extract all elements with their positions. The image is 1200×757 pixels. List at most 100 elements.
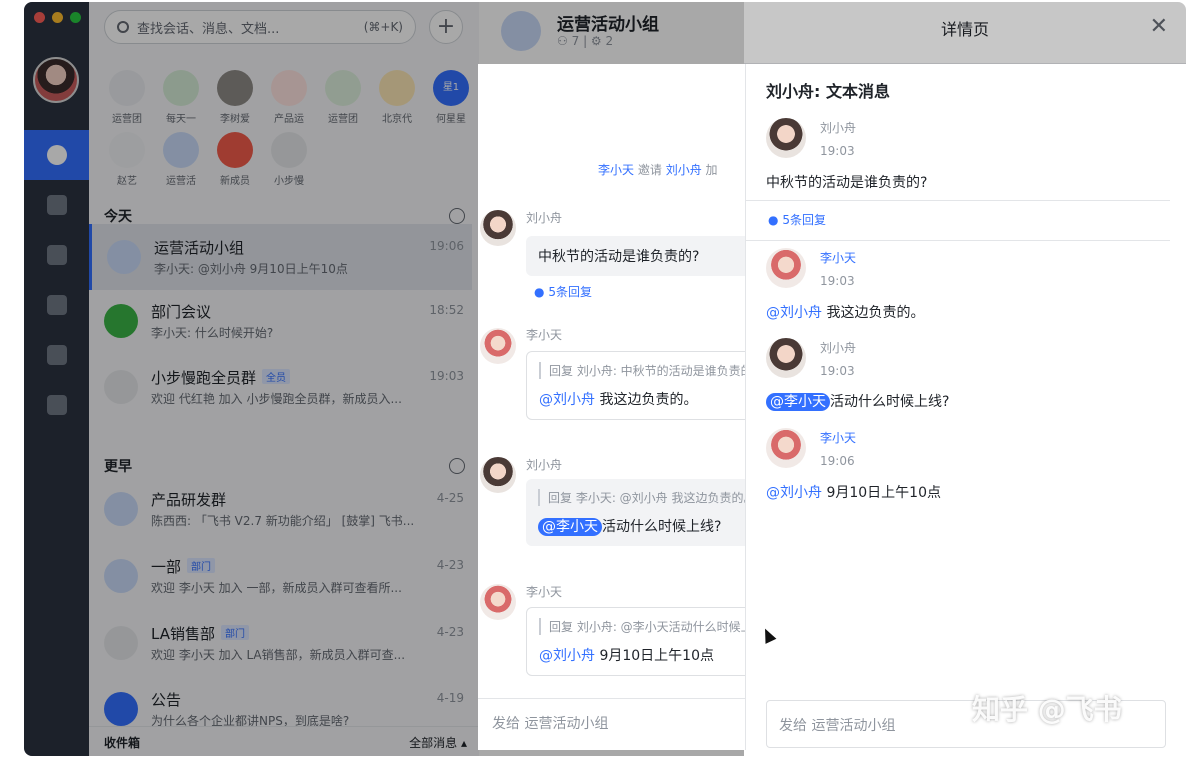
reply-text: @刘小舟 我这边负责的。 xyxy=(766,302,924,322)
reply-count-link[interactable]: ● 5条回复 xyxy=(534,283,592,300)
conversation-preview: 欢迎 李小天 加入 LA销售部，新成员入群可查... xyxy=(151,646,441,663)
conversation-item[interactable]: 小步慢跑全员群全员欢迎 代红艳 加入 小步慢跑全员群，新成员入...19:03 xyxy=(89,354,472,420)
chat-header: 运营活动小组 ⚇ 7 | ⚙ 2 xyxy=(479,2,769,64)
collapse-earlier-icon[interactable] xyxy=(449,458,465,474)
conversation-item[interactable]: 运营活动小组李小天: @刘小舟 9月10日上午10点19:06 xyxy=(89,224,472,290)
watermark: 知乎 @飞书 xyxy=(972,688,1122,728)
reply-time: 19:06 xyxy=(820,454,855,468)
quick-access-label: 北京代 xyxy=(369,110,425,125)
quick-access-avatar xyxy=(325,70,361,106)
quick-access-item[interactable]: 新成员 xyxy=(207,132,263,187)
message-bubble[interactable]: 中秋节的活动是谁负责的? xyxy=(526,236,748,276)
conversation-name: 公告 xyxy=(151,689,181,710)
mention[interactable]: @刘小舟 xyxy=(539,392,595,408)
quick-access-item[interactable]: 小步慢 xyxy=(261,132,317,187)
mention[interactable]: @刘小舟 xyxy=(766,305,822,321)
thread-icon: ● xyxy=(534,285,544,299)
bot-count[interactable]: 2 xyxy=(606,34,614,48)
reply-sender-name[interactable]: 李小天 xyxy=(820,429,856,446)
user-avatar[interactable] xyxy=(33,57,79,103)
chat-icon xyxy=(47,145,67,165)
all-messages-filter[interactable]: 全部消息 ▴ xyxy=(409,734,467,751)
calendar-nav-button[interactable] xyxy=(24,180,89,230)
messenger-nav-button[interactable] xyxy=(24,130,89,180)
divider xyxy=(746,200,1170,201)
reply-sender-avatar[interactable] xyxy=(766,248,806,288)
system-actor[interactable]: 李小天 xyxy=(598,163,634,177)
conversation-avatar xyxy=(104,304,138,338)
quick-access-item[interactable]: 李树爱 xyxy=(207,70,263,125)
conversation-item[interactable]: 部门会议李小天: 什么时候开始?18:52 xyxy=(89,288,472,354)
sender-avatar[interactable] xyxy=(480,584,516,620)
reply-sender-avatar[interactable] xyxy=(766,428,806,468)
reply-sender-avatar[interactable] xyxy=(766,338,806,378)
conversation-name: 部门会议 xyxy=(151,301,211,322)
sender-avatar[interactable] xyxy=(480,210,516,246)
system-message: 李小天 邀请 刘小舟 加 xyxy=(598,161,718,178)
conversation-item[interactable]: LA销售部部门欢迎 李小天 加入 LA销售部，新成员入群可查...4-23 xyxy=(89,610,472,676)
mention[interactable]: @李小天 xyxy=(538,518,602,536)
mention[interactable]: @刘小舟 xyxy=(766,485,822,501)
group-avatar[interactable] xyxy=(501,11,541,51)
quick-access-item[interactable]: 星1何星星 xyxy=(423,70,479,125)
quick-access-label: 何星星 xyxy=(423,110,479,125)
thread-detail-panel: 刘小舟: 文本消息 刘小舟 19:03 中秋节的活动是谁负责的? ● 5条回复 … xyxy=(745,64,1169,750)
quick-access-avatar xyxy=(109,70,145,106)
search-input[interactable]: 查找会话、消息、文档... (⌘+K) xyxy=(104,10,416,44)
mention[interactable]: @李小天 xyxy=(766,393,830,411)
conversation-name: 一部部门 xyxy=(151,556,215,577)
sender-avatar[interactable] xyxy=(480,457,516,493)
detail-header: 详情页 ✕ xyxy=(744,2,1186,64)
workplace-nav-button[interactable] xyxy=(24,330,89,380)
docs-nav-button[interactable] xyxy=(24,230,89,280)
quick-access-avatar xyxy=(379,70,415,106)
quick-access-item[interactable]: 运营团 xyxy=(315,70,371,125)
member-count[interactable]: 7 xyxy=(572,34,580,48)
quick-access-item[interactable]: 北京代 xyxy=(369,70,425,125)
quick-access-item[interactable]: 运营团 xyxy=(99,70,155,125)
sender-avatar[interactable] xyxy=(480,328,516,364)
conversation-preview: 欢迎 代红艳 加入 小步慢跑全员群，新成员入... xyxy=(151,390,441,407)
star-icon xyxy=(47,395,67,415)
system-target[interactable]: 刘小舟 xyxy=(666,163,702,177)
favorites-nav-button[interactable] xyxy=(24,380,89,430)
conversation-item[interactable]: 一部部门欢迎 李小天 加入 一部，新成员入群可查看所...4-23 xyxy=(89,543,472,609)
sender-name: 刘小舟 xyxy=(526,456,562,473)
reply-message[interactable]: 回复 刘小舟: 中秋节的活动是谁负责的? @刘小舟 我这边负责的。 xyxy=(526,351,748,420)
close-window-button[interactable] xyxy=(34,12,45,23)
create-button[interactable]: + xyxy=(429,10,463,44)
root-sender-avatar[interactable] xyxy=(766,118,806,158)
group-meta: ⚇ 7 | ⚙ 2 xyxy=(557,34,613,48)
quick-access-item[interactable]: 产品运 xyxy=(261,70,317,125)
sender-name: 刘小舟 xyxy=(526,209,562,226)
message-text: 我这边负责的。 xyxy=(595,392,697,408)
zoom-window-button[interactable] xyxy=(70,12,81,23)
conversation-name: 运营活动小组 xyxy=(154,237,244,258)
detail-title: 刘小舟: 文本消息 xyxy=(766,78,890,102)
root-time: 19:03 xyxy=(820,144,855,158)
reply-message[interactable]: 回复 刘小舟: @李小天活动什么时候上线? @刘小舟 9月10日上午10点 xyxy=(526,607,748,676)
calendar-icon xyxy=(47,195,67,215)
quick-access-item[interactable]: 运营活 xyxy=(153,132,209,187)
reply-sender-name[interactable]: 李小天 xyxy=(820,249,856,266)
minimize-window-button[interactable] xyxy=(52,12,63,23)
search-shortcut: (⌘+K) xyxy=(364,20,403,34)
quick-access-item[interactable]: 每天一 xyxy=(153,70,209,125)
conversation-avatar xyxy=(107,240,141,274)
collapse-today-icon[interactable] xyxy=(449,208,465,224)
mention[interactable]: @刘小舟 xyxy=(539,648,595,664)
conversation-item[interactable]: 产品研发群陈西西: 「飞书 V2.7 新功能介绍」 [鼓掌] 飞书...4-25 xyxy=(89,476,472,542)
quick-access-label: 运营团 xyxy=(99,110,155,125)
reply-time: 19:03 xyxy=(820,274,855,288)
conversation-name: LA销售部部门 xyxy=(151,623,249,644)
reply-message[interactable]: 回复 李小天: @刘小舟 我这边负责的。 @李小天活动什么时候上线? xyxy=(526,479,748,546)
bot-icon: ⚙ xyxy=(591,34,602,48)
quick-access-item[interactable]: 赵艺 xyxy=(99,132,155,187)
close-detail-icon[interactable]: ✕ xyxy=(1150,14,1168,39)
conversation-time: 19:03 xyxy=(429,369,464,383)
chat-message-input[interactable]: 发给 运营活动小组 xyxy=(478,698,748,750)
inbox-label[interactable]: 收件箱 xyxy=(104,734,140,751)
reply-body: 活动什么时候上线? xyxy=(830,394,949,410)
reply-sender-name[interactable]: 刘小舟 xyxy=(820,339,856,356)
contacts-nav-button[interactable] xyxy=(24,280,89,330)
